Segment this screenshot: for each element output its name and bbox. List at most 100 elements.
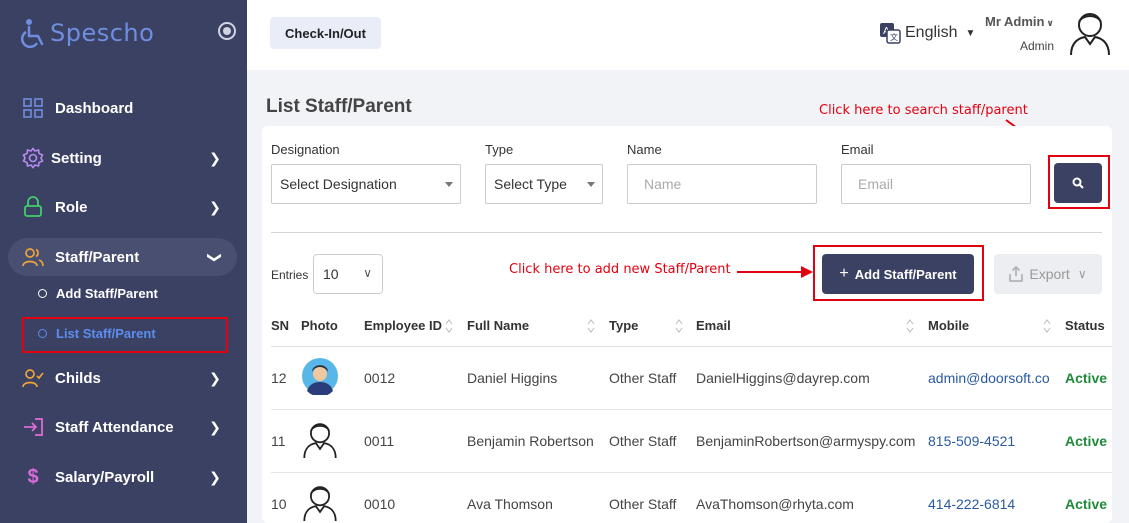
entries-select[interactable]: 10 ∨ [313,254,383,294]
sort-icon [675,319,683,333]
user-name[interactable]: Mr Admin ∨ [985,14,1054,29]
cell-mobile[interactable]: 815-509-4521 [928,409,1065,473]
sidebar-item-label: Childs [55,369,101,387]
outline-avatar [303,486,337,522]
col-header-status[interactable]: Status [1065,306,1112,347]
cell-mobile[interactable]: 414-222-6814 [928,472,1065,523]
content-card: Designation Select Designation Type Sele… [262,126,1112,523]
sidebar-item-role[interactable]: Role ❯ [8,188,237,226]
highlight-box-add [813,245,984,301]
type-select[interactable]: Select Type [485,164,603,204]
sidebar-subitem-add-staff-parent[interactable]: Add Staff/Parent [38,281,158,305]
cell-full-name: Benjamin Robertson [467,409,609,473]
sidebar-item-staff-attendance[interactable]: Staff Attendance ❯ [8,408,237,446]
cell-employee-id: 0012 [364,346,467,410]
col-header-employee-id[interactable]: Employee ID [364,306,467,347]
cell-employee-id: 0011 [364,409,467,473]
divider [271,232,1102,233]
user-check-icon [22,367,44,389]
sidebar: Spescho Dashboard Setting ❯ Role ❯ Staff… [0,0,247,523]
table-row[interactable]: 12 0012 Daniel Higgins Other Staff Danie… [271,346,1112,410]
photo-avatar [302,358,338,397]
col-header-type[interactable]: Type [609,306,696,347]
logo-text: Spescho [50,19,155,47]
chevron-down-icon: ∨ [363,266,372,280]
annotation-search-hint: Click here to search staff/parent [819,103,1028,118]
sidebar-toggle-radio[interactable] [218,22,236,40]
name-label: Name [627,142,662,157]
sidebar-item-childs[interactable]: Childs ❯ [8,359,237,397]
sort-icon [1043,319,1051,333]
table-row[interactable]: 10 0010 Ava Thomson Other Staff AvaThoms… [271,472,1112,523]
chevron-right-icon: ❯ [209,468,221,485]
type-label: Type [485,142,514,157]
cell-photo [301,409,364,473]
lock-icon [22,196,44,218]
page-title: List Staff/Parent [266,96,412,117]
sort-icon [906,319,914,333]
user-avatar-icon[interactable] [1067,8,1113,56]
caret-down-icon [445,182,453,187]
cell-full-name: Ava Thomson [467,472,609,523]
chevron-down-icon: ∨ [1077,267,1087,281]
annotation-arrow-icon [737,266,813,278]
wheelchair-icon [20,19,44,48]
email-input[interactable]: Email [841,164,1031,204]
cell-sn: 12 [271,346,301,410]
col-header-photo[interactable]: Photo [301,306,364,347]
top-bar: Check-In/Out A 文 English ▼ Mr Admin∨ Adm… [247,0,1129,70]
staff-table: SN Photo Employee ID Full Name Type Emai… [271,306,1112,523]
cell-type: Other Staff [609,472,696,523]
cell-email: DanielHiggins@dayrep.com [696,346,928,410]
gear-icon [22,147,44,169]
sidebar-subitem-label: Add Staff/Parent [56,285,158,301]
cell-email: AvaThomson@rhyta.com [696,472,928,523]
outline-avatar [303,423,337,459]
cell-status: Active [1065,346,1112,410]
sidebar-item-label: Staff Attendance [55,418,174,436]
share-icon [1009,266,1024,282]
sidebar-item-label: Setting [51,149,102,167]
cell-sn: 11 [271,409,301,473]
app-logo[interactable]: Spescho [20,18,154,48]
cell-photo [301,346,364,410]
cell-type: Other Staff [609,409,696,473]
col-header-mobile[interactable]: Mobile [928,306,1065,347]
col-header-sn[interactable]: SN [271,306,301,347]
annotation-add-hint: Click here to add new Staff/Parent [509,262,731,277]
cell-type: Other Staff [609,346,696,410]
chevron-down-icon: ❯ [207,251,224,263]
cell-photo [301,472,364,523]
login-arrow-icon [22,416,44,438]
name-input[interactable]: Name [627,164,817,204]
email-label: Email [841,142,874,157]
sidebar-item-label: Staff/Parent [55,248,140,266]
sidebar-item-setting[interactable]: Setting ❯ [8,139,237,177]
svg-text:文: 文 [890,32,898,42]
sidebar-item-staff-parent[interactable]: Staff/Parent ❯ [8,238,237,276]
sort-icon [587,319,595,333]
entries-label: Entries [271,268,309,282]
language-selector[interactable]: A 文 English ▼ [879,22,975,44]
sidebar-item-label: Role [55,198,88,216]
cell-mobile[interactable]: admin@doorsoft.co [928,346,1065,410]
cell-employee-id: 0010 [364,472,467,523]
chevron-right-icon: ❯ [209,198,221,215]
col-header-full-name[interactable]: Full Name [467,306,609,347]
language-label: English [905,24,958,41]
sidebar-item-dashboard[interactable]: Dashboard [8,89,237,127]
sidebar-item-label: Dashboard [55,99,134,117]
sidebar-item-salary-payroll[interactable]: $ Salary/Payroll ❯ [8,458,237,496]
designation-select[interactable]: Select Designation [271,164,461,204]
export-button[interactable]: Export ∨ [994,254,1102,294]
chevron-down-icon: ∨ [1046,18,1054,28]
bullet-icon [38,288,47,298]
chevron-right-icon: ❯ [209,418,221,435]
table-header-row: SN Photo Employee ID Full Name Type Emai… [271,306,1112,347]
cell-full-name: Daniel Higgins [467,346,609,410]
table-row[interactable]: 11 0011 Benjamin Robertson Other Staff B… [271,409,1112,473]
check-in-out-button[interactable]: Check-In/Out [270,17,381,49]
col-header-email[interactable]: Email [696,306,928,347]
cell-sn: 10 [271,472,301,523]
users-icon [22,246,44,268]
